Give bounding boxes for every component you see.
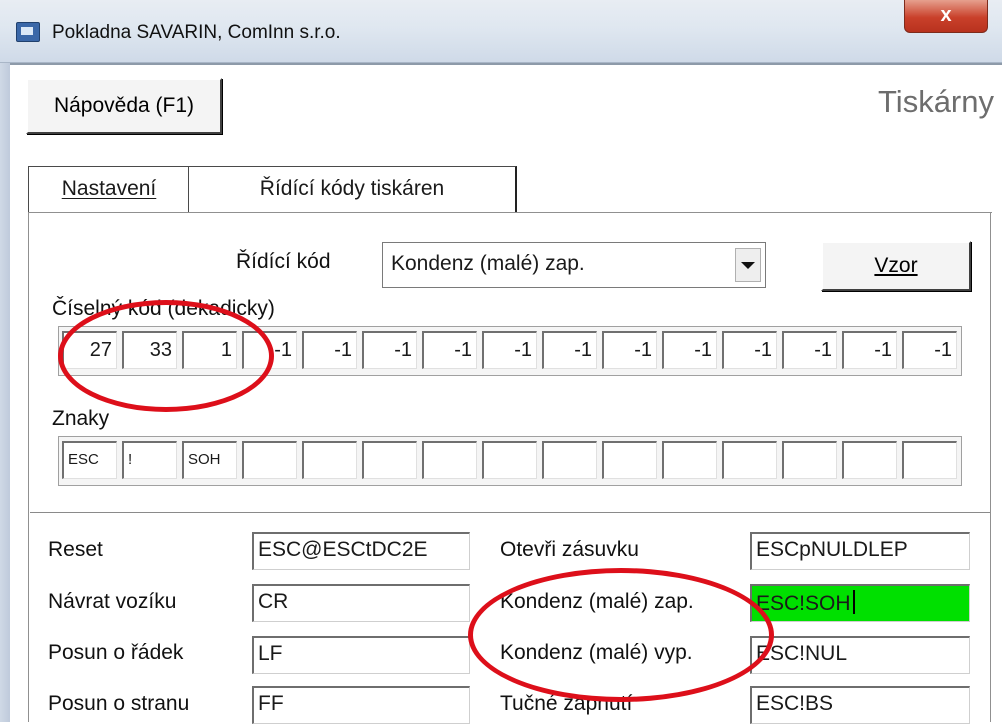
numeric-code-cell[interactable]: 33 (122, 331, 177, 369)
numeric-code-cell[interactable]: -1 (662, 331, 717, 369)
text-caret (852, 590, 855, 614)
app-icon (16, 22, 40, 42)
code-field-open-drawer[interactable]: ESCpNULDLEP (750, 532, 970, 570)
character-cell[interactable] (722, 441, 777, 479)
characters-label: Znaky (52, 407, 110, 430)
numeric-code-cell[interactable]: -1 (482, 331, 537, 369)
code-field-reset[interactable]: ESC@ESCtDC2E (252, 532, 470, 570)
close-button[interactable]: x (904, 0, 988, 33)
characters-row: ESC ! SOH (58, 436, 962, 486)
numeric-code-row: 27 33 1 -1 -1 -1 -1 -1 -1 -1 -1 -1 -1 -1… (58, 326, 962, 376)
character-cell[interactable]: SOH (182, 441, 237, 479)
section-divider (30, 512, 990, 513)
code-label-reset: Reset (48, 538, 103, 561)
numeric-code-cell[interactable]: -1 (302, 331, 357, 369)
numeric-code-cell[interactable]: -1 (542, 331, 597, 369)
help-button[interactable]: Nápověda (F1) (26, 78, 222, 134)
numeric-code-cell[interactable]: -1 (242, 331, 297, 369)
character-cell[interactable] (782, 441, 837, 479)
frame-separator (10, 63, 1002, 65)
control-code-label: Řídící kód (236, 250, 331, 273)
code-label-condensed-off: Kondenz (malé) vyp. (500, 641, 693, 664)
character-cell[interactable] (662, 441, 717, 479)
character-cell[interactable] (842, 441, 897, 479)
page-title: Tiskárny (878, 84, 994, 119)
numeric-code-cell[interactable]: -1 (902, 331, 957, 369)
character-cell[interactable]: ESC (62, 441, 117, 479)
code-field-line-feed[interactable]: LF (252, 636, 470, 674)
control-code-value: Kondenz (malé) zap. (391, 252, 585, 275)
character-cell[interactable] (542, 441, 597, 479)
code-label-open-drawer: Otevři zásuvku (500, 538, 639, 561)
code-label-bold-on: Tučné zapnutí (500, 692, 633, 715)
character-cell[interactable] (422, 441, 477, 479)
code-field-form-feed[interactable]: FF (252, 686, 470, 724)
character-cell[interactable] (902, 441, 957, 479)
numeric-code-cell[interactable]: -1 (422, 331, 477, 369)
character-cell[interactable] (482, 441, 537, 479)
numeric-code-cell[interactable]: -1 (362, 331, 417, 369)
title-bar: Pokladna SAVARIN, ComInn s.r.o. x (0, 0, 1002, 63)
code-label-carriage-return: Návrat vozíku (48, 590, 177, 613)
character-cell[interactable]: ! (122, 441, 177, 479)
code-label-line-feed: Posun o řádek (48, 641, 184, 664)
numeric-code-cell[interactable]: -1 (602, 331, 657, 369)
code-field-condensed-off[interactable]: ESC!NUL (750, 636, 970, 674)
tab-settings-label: Nastavení (61, 177, 157, 200)
tab-panel-border-right (990, 212, 991, 722)
code-label-condensed-on: Kondenz (malé) zap. (500, 590, 694, 613)
character-cell[interactable] (242, 441, 297, 479)
window-frame (0, 63, 10, 722)
chevron-down-icon[interactable] (735, 248, 761, 282)
tab-printer-codes[interactable]: Řídící kódy tiskáren (188, 166, 517, 213)
code-field-carriage-return[interactable]: CR (252, 584, 470, 622)
window-title: Pokladna SAVARIN, ComInn s.r.o. (52, 22, 341, 43)
tab-printer-codes-label: Řídící kódy tiskáren (259, 177, 445, 200)
numeric-code-cell[interactable]: -1 (722, 331, 777, 369)
tab-panel-border (28, 212, 992, 213)
tab-settings[interactable]: Nastavení (28, 166, 190, 213)
sample-button[interactable]: Vzor (821, 241, 971, 291)
code-field-bold-on[interactable]: ESC!BS (750, 686, 970, 724)
numeric-code-label: Číselný kód (dekadicky) (52, 297, 275, 320)
section-divider-highlight (30, 514, 990, 515)
numeric-code-cell[interactable]: -1 (782, 331, 837, 369)
code-field-condensed-on[interactable]: ESC!SOH (750, 584, 970, 622)
character-cell[interactable] (602, 441, 657, 479)
character-cell[interactable] (302, 441, 357, 479)
character-cell[interactable] (362, 441, 417, 479)
numeric-code-cell[interactable]: -1 (842, 331, 897, 369)
code-label-form-feed: Posun o stranu (48, 692, 190, 715)
annotation-ring-condensed (468, 568, 774, 702)
sample-button-label: Vzor (874, 254, 918, 277)
numeric-code-cell[interactable]: 27 (62, 331, 117, 369)
control-code-select[interactable]: Kondenz (malé) zap. (382, 242, 766, 288)
tab-panel-border-left (28, 212, 29, 722)
numeric-code-cell[interactable]: 1 (182, 331, 237, 369)
code-field-condensed-on-value: ESC!SOH (756, 592, 851, 615)
